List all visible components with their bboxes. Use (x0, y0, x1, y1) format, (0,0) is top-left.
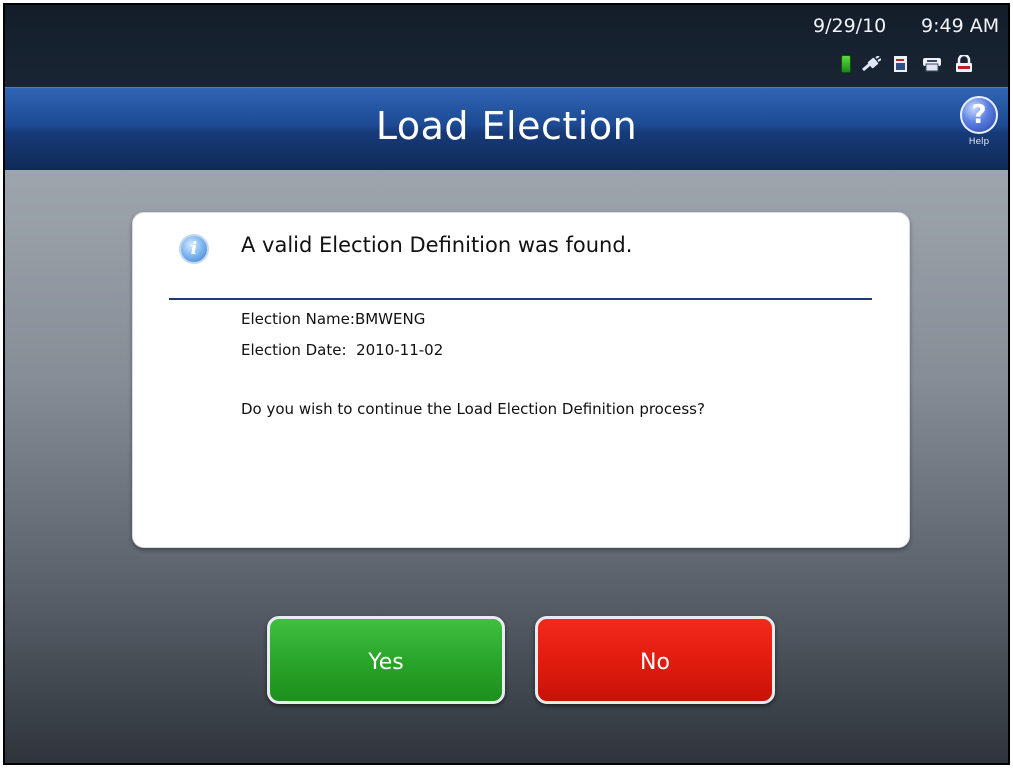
election-name-value: BMWENG (354, 310, 426, 328)
help-button[interactable]: ? Help (958, 96, 1000, 156)
question-mark-icon[interactable]: ? (960, 96, 998, 134)
memory-card-icon (891, 55, 911, 73)
status-date: 9/29/10 (813, 15, 887, 37)
voting-machine-screen: 9/29/10 9:49 AM Load Election ? Help i A… (3, 3, 1010, 765)
no-button[interactable]: No (535, 616, 775, 704)
page-title: Load Election (375, 104, 638, 148)
printer-icon (921, 55, 943, 73)
main-area: i A valid Election Definition was found.… (5, 170, 1008, 763)
election-name-row: Election Name:BMWENG (241, 310, 425, 328)
status-icons (841, 53, 975, 73)
continue-question: Do you wish to continue the Load Electio… (241, 400, 705, 418)
title-bar: Load Election ? Help (5, 87, 1008, 171)
status-bar: 9/29/10 9:49 AM (5, 5, 1008, 87)
yes-button[interactable]: Yes (267, 616, 505, 704)
election-date-label: Election Date: (241, 341, 347, 359)
dialog-divider (169, 298, 872, 300)
info-icon: i (179, 234, 209, 264)
status-time: 9:49 AM (921, 15, 1000, 37)
election-date-row: Election Date: 2010-11-02 (241, 341, 443, 359)
election-name-label: Election Name: (241, 310, 355, 328)
election-date-value: 2010-11-02 (356, 341, 444, 359)
lock-icon (953, 53, 975, 73)
dialog-heading: A valid Election Definition was found. (241, 233, 633, 257)
help-label: Help (968, 137, 990, 147)
battery-icon (841, 55, 851, 73)
power-plug-icon (861, 55, 882, 72)
election-found-dialog: i A valid Election Definition was found.… (132, 212, 910, 548)
